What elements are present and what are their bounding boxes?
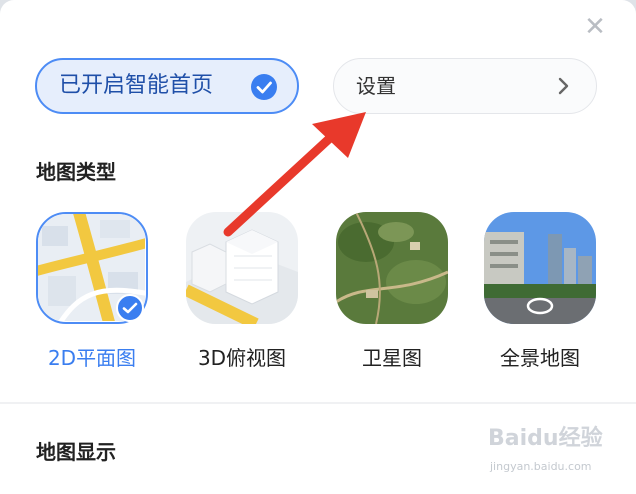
watermark-url: jingyan.baidu.com bbox=[490, 460, 592, 473]
map-settings-panel: ✕ 已开启智能首页 设置 地图类型 2D平面图 3D俯视图 卫星图 全景地图 地… bbox=[0, 0, 636, 494]
watermark: Baidu经验 jingyan.baidu.com bbox=[488, 420, 608, 476]
watermark-logo: Baidu经验 bbox=[488, 426, 603, 451]
